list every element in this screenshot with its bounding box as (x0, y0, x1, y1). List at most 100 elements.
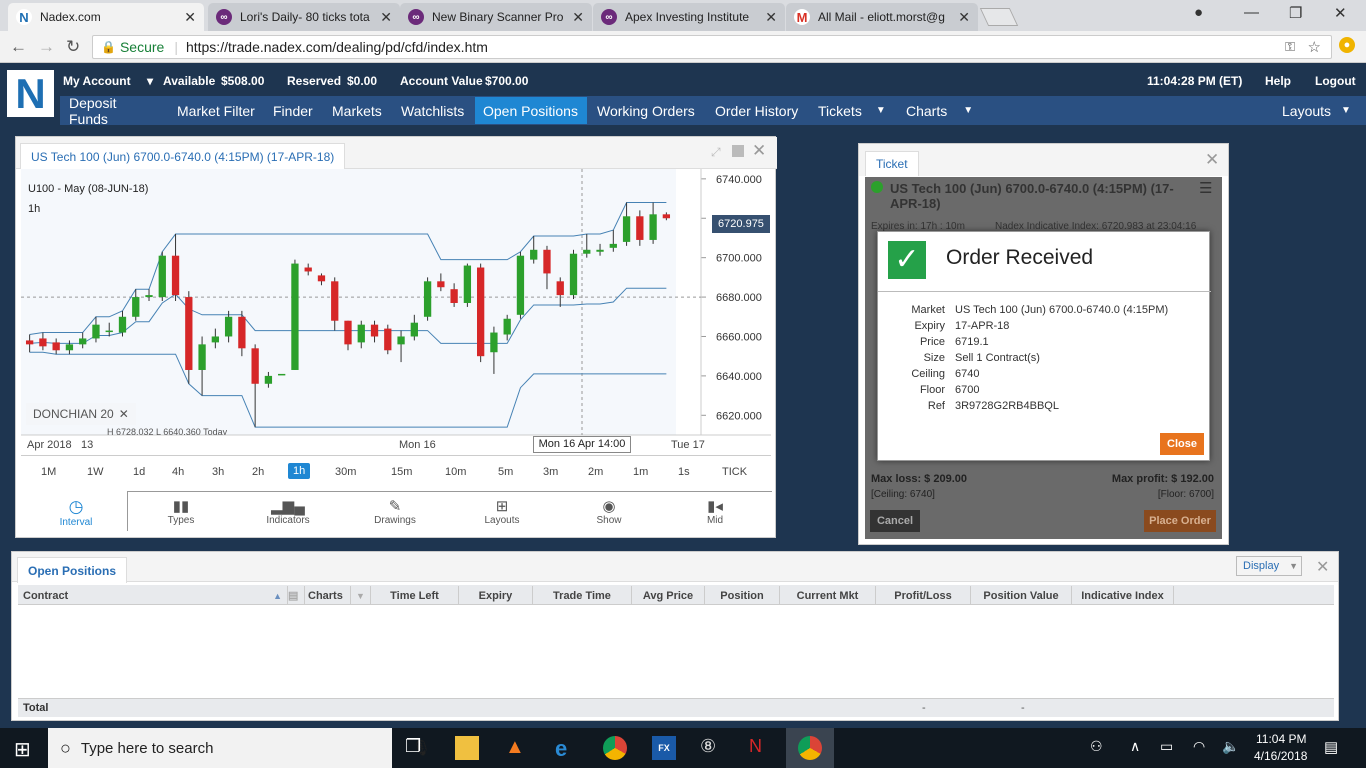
place-order-button[interactable]: Place Order (1144, 510, 1216, 532)
remove-indicator-icon[interactable]: ✕ (119, 407, 129, 421)
nav-working-orders[interactable]: Working Orders (589, 97, 705, 124)
interval-10m[interactable]: 10m (445, 466, 466, 478)
back-arrow-icon[interactable]: ← (10, 37, 27, 57)
people-icon[interactable]: ⚇ (1090, 738, 1103, 755)
browser-tab-loris-daily[interactable]: ∞ Lori's Daily- 80 ticks tota ✕ (208, 3, 400, 31)
minimize-icon[interactable]: — (1244, 4, 1259, 21)
close-positions-icon[interactable]: ✕ (1316, 557, 1329, 577)
column-charts[interactable]: Charts (305, 586, 351, 605)
nadex-logo[interactable]: N (7, 70, 54, 117)
nav-charts[interactable]: Charts ▼ (898, 97, 984, 124)
nadex-app-icon[interactable]: N (749, 736, 773, 760)
column-position-value[interactable]: Position Value (971, 586, 1072, 605)
browser-tab-apex[interactable]: ∞ Apex Investing Institute ✕ (593, 3, 785, 31)
nav-markets[interactable]: Markets (324, 97, 391, 124)
interval-3h[interactable]: 3h (212, 466, 224, 478)
interval-1w[interactable]: 1W (87, 466, 104, 478)
price-chart[interactable]: 6740.0006720.0006700.0006680.0006660.000… (21, 169, 771, 453)
chart-tab[interactable]: US Tech 100 (Jun) 6700.0-6740.0 (4:15PM)… (20, 143, 346, 169)
column-profit-loss[interactable]: Profit/Loss (876, 586, 971, 605)
close-tab-icon[interactable]: ✕ (958, 9, 970, 26)
close-tab-icon[interactable]: ✕ (765, 9, 777, 26)
nav-market-filter[interactable]: Market Filter (169, 97, 263, 124)
interval-tick[interactable]: TICK (722, 466, 747, 478)
chevron-up-icon[interactable]: ∧ (1130, 738, 1140, 755)
bookmark-star-icon[interactable]: ☆ (1308, 38, 1321, 56)
interval-15m[interactable]: 15m (391, 466, 412, 478)
forward-arrow-icon[interactable]: → (38, 37, 55, 57)
interval-2h[interactable]: 2h (252, 466, 264, 478)
close-tab-icon[interactable]: ✕ (572, 9, 584, 26)
column-time-left[interactable]: Time Left (371, 586, 459, 605)
chrome-icon[interactable] (603, 736, 627, 760)
donchian-indicator-chip[interactable]: DONCHIAN 20 ✕ (26, 403, 136, 425)
tool-layouts[interactable]: ⊞ Layouts (467, 497, 537, 526)
vlc-icon[interactable]: ▲ (505, 736, 529, 760)
nav-watchlists[interactable]: Watchlists (393, 97, 473, 124)
interval-1m-month[interactable]: 1M (41, 466, 56, 478)
column-current-mkt[interactable]: Current Mkt (780, 586, 876, 605)
chevron-down-icon[interactable]: ▼ (351, 586, 371, 605)
interval-2m[interactable]: 2m (588, 466, 603, 478)
profile-icon[interactable]: ● (1194, 4, 1203, 21)
close-panel-icon[interactable]: ✕ (752, 141, 766, 161)
taskbar-search-box[interactable]: ○ Type here to search 🎙 (48, 728, 431, 768)
new-tab-button[interactable] (979, 8, 1019, 26)
tool-indicators[interactable]: ▂▆▄ Indicators (253, 497, 323, 526)
browser-tab-binary-scanner[interactable]: ∞ New Binary Scanner Pro ✕ (400, 3, 592, 31)
notifications-icon[interactable]: ▤ (1324, 738, 1338, 756)
interval-4h[interactable]: 4h (172, 466, 184, 478)
close-tab-icon[interactable]: ✕ (184, 9, 196, 26)
column-avg-price[interactable]: Avg Price (632, 586, 705, 605)
browser-tab-nadex[interactable]: N Nadex.com ✕ (8, 3, 204, 31)
help-link[interactable]: Help (1265, 74, 1291, 88)
app-8-icon[interactable]: ⑧ (700, 736, 724, 760)
close-ticket-icon[interactable]: ✕ (1205, 150, 1219, 170)
battery-icon[interactable]: ▭ (1160, 738, 1173, 755)
hamburger-menu-icon[interactable]: ☰ (1199, 179, 1212, 197)
interval-5m[interactable]: 5m (498, 466, 513, 478)
nav-order-history[interactable]: Order History (707, 97, 808, 124)
fxchoice-icon[interactable]: FX (652, 736, 676, 760)
open-positions-tab[interactable]: Open Positions (17, 557, 128, 583)
maximize-icon[interactable]: ❐ (1289, 4, 1302, 22)
browser-tab-gmail[interactable]: M All Mail - eliott.morst@g ✕ (786, 3, 978, 31)
ticket-tab[interactable]: Ticket (865, 151, 919, 176)
interval-1h-selected[interactable]: 1h (288, 463, 311, 479)
my-account-link[interactable]: My Account (63, 74, 131, 88)
nav-open-positions[interactable]: Open Positions (475, 97, 587, 124)
tool-drawings[interactable]: ✎ Drawings (360, 497, 430, 526)
column-select-icon[interactable]: ▤ (288, 586, 305, 605)
task-view-icon[interactable]: ❐ (405, 736, 429, 760)
column-position[interactable]: Position (705, 586, 780, 605)
logout-link[interactable]: Logout (1315, 74, 1356, 88)
dropdown-caret-icon[interactable]: ▾ (147, 74, 153, 88)
column-expiry[interactable]: Expiry (459, 586, 533, 605)
column-contract[interactable]: Contract ▲ (18, 586, 288, 605)
tool-show[interactable]: ◉ Show (574, 497, 644, 526)
interval-1s[interactable]: 1s (678, 466, 690, 478)
tool-types[interactable]: ▮▮ Types (146, 497, 216, 526)
extension-icon[interactable]: ● (1339, 37, 1355, 53)
close-dialog-button[interactable]: Close (1160, 433, 1204, 455)
column-indicative-index[interactable]: Indicative Index (1072, 586, 1174, 605)
tool-mid[interactable]: ▮◂ Mid (680, 497, 750, 526)
chrome-active-icon[interactable] (798, 736, 822, 760)
file-explorer-icon[interactable] (455, 736, 479, 760)
close-tab-icon[interactable]: ✕ (380, 9, 392, 26)
cancel-order-button[interactable]: Cancel (870, 510, 920, 532)
nav-deposit-funds[interactable]: Deposit Funds (61, 95, 167, 127)
window-close-icon[interactable]: ✕ (1334, 4, 1347, 22)
column-trade-time[interactable]: Trade Time (533, 586, 632, 605)
tool-interval[interactable]: ◷ Interval (41, 497, 111, 528)
nav-finder[interactable]: Finder (265, 97, 322, 124)
windows-start-icon[interactable]: ⊞ (14, 737, 31, 762)
expand-icon[interactable]: ⤢ (711, 145, 721, 160)
key-icon[interactable]: ⚿ (1285, 39, 1295, 55)
interval-1m[interactable]: 1m (633, 466, 648, 478)
nav-layouts[interactable]: Layouts ▼ (1274, 97, 1360, 124)
interval-30m[interactable]: 30m (335, 466, 356, 478)
maximize-panel-icon[interactable] (732, 145, 744, 157)
interval-3m[interactable]: 3m (543, 466, 558, 478)
reload-icon[interactable]: ↻ (66, 37, 80, 57)
